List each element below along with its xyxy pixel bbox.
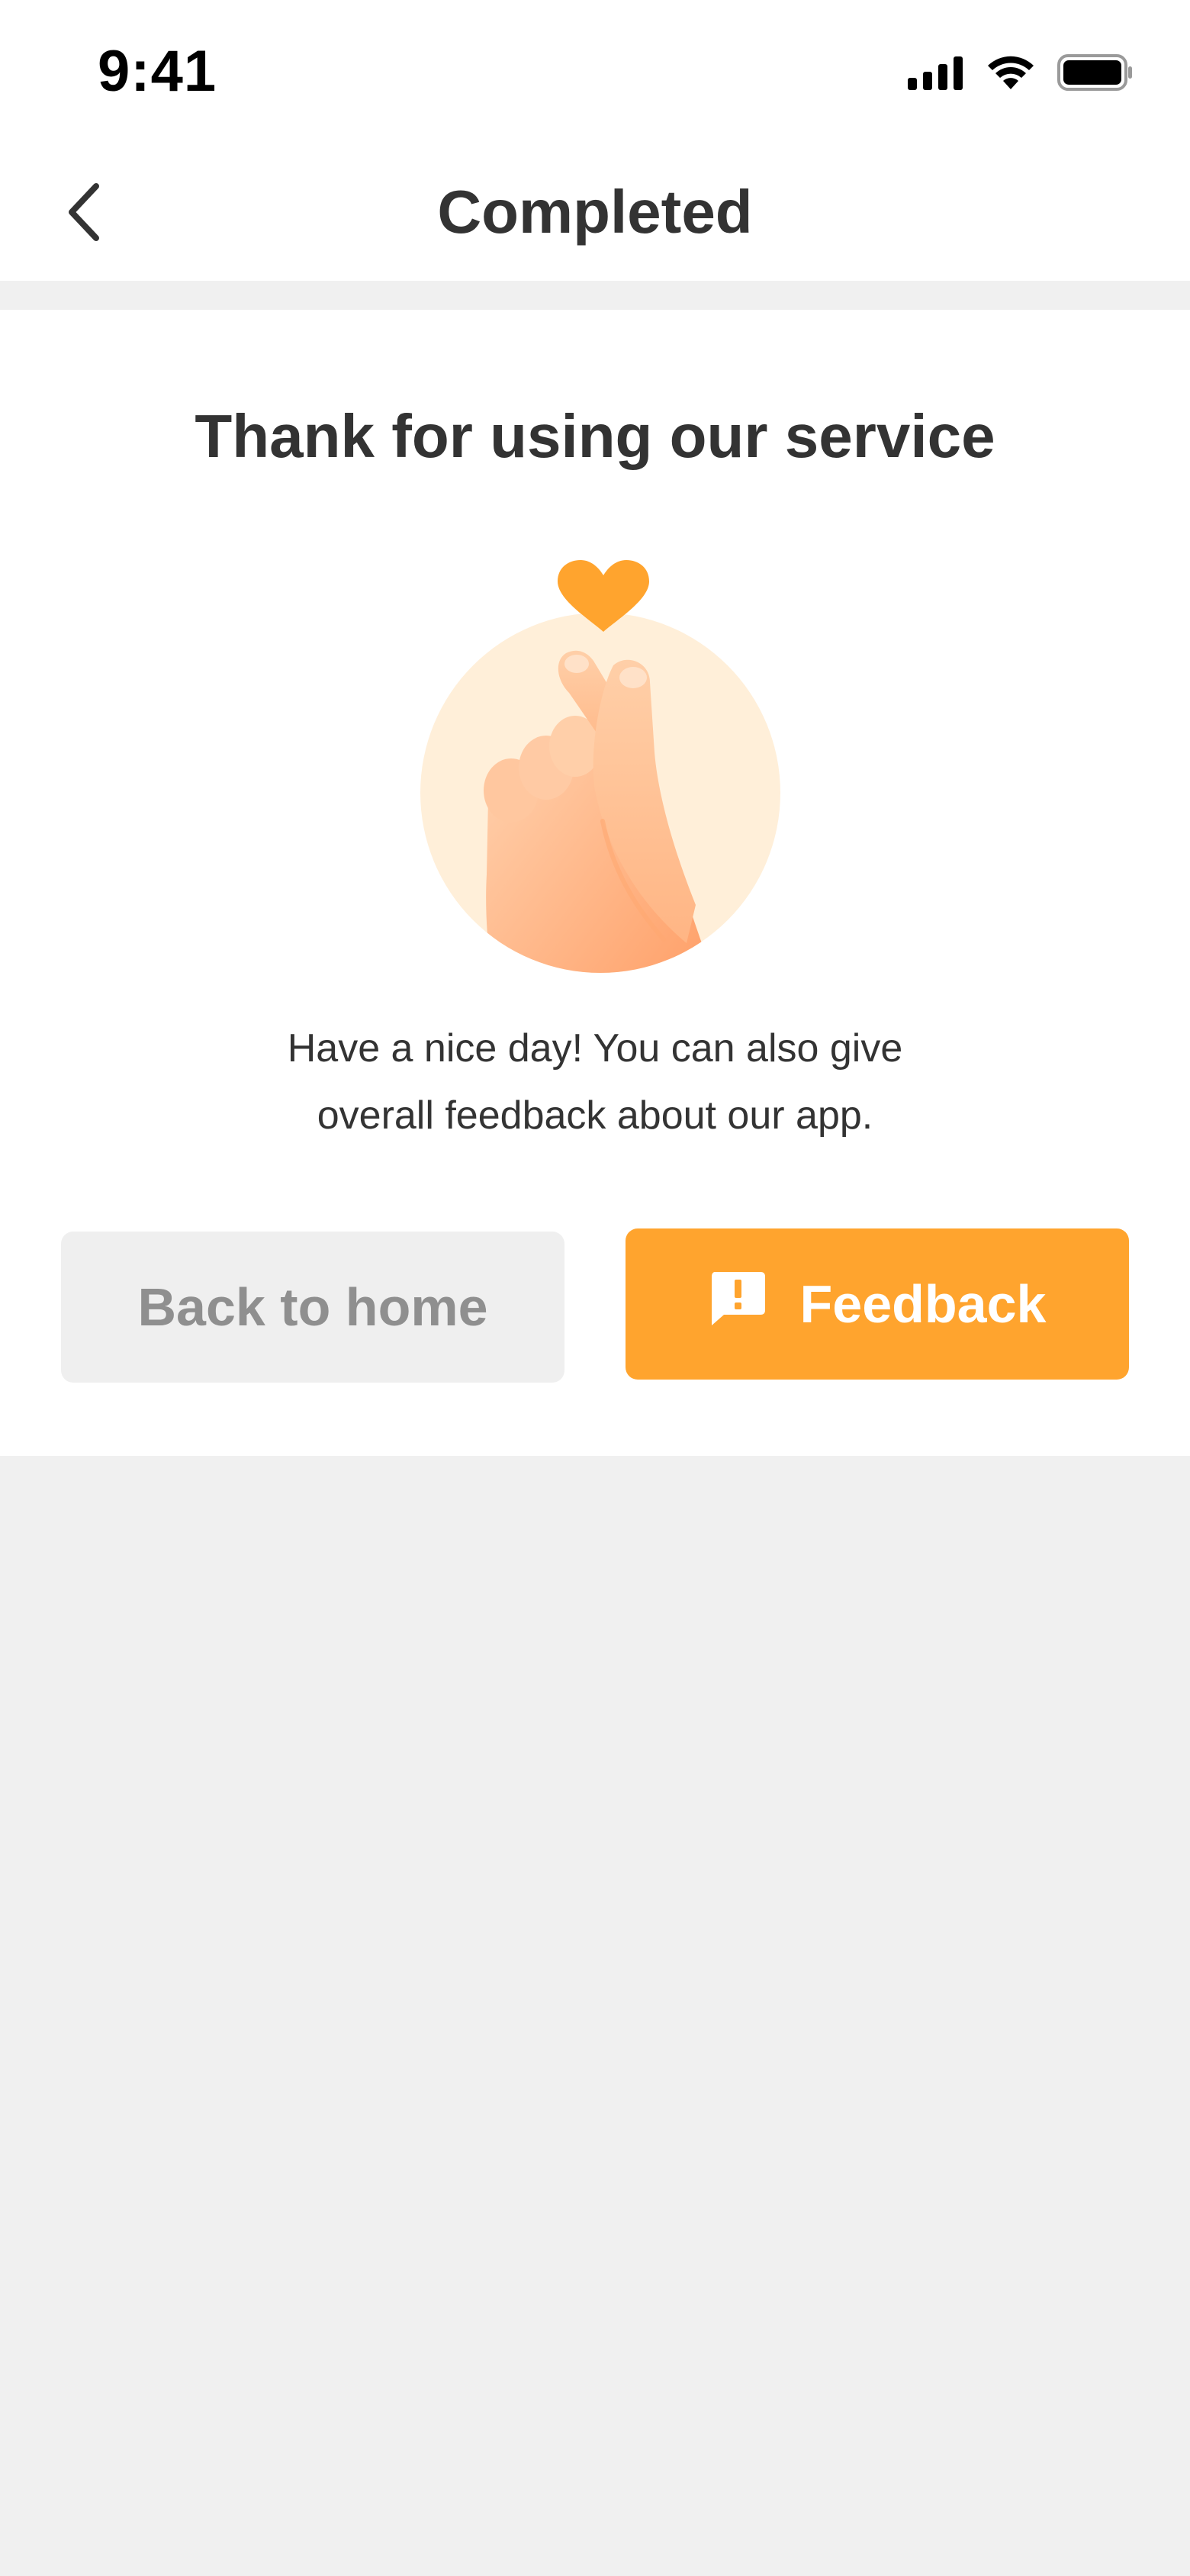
card-message: Have a nice day! You can also give overa… (287, 1026, 903, 1138)
signal-icon (908, 55, 964, 94)
nav-bar: Completed (0, 145, 1190, 281)
finger-heart-hand-illustration (412, 546, 793, 974)
battery-icon (1057, 53, 1134, 95)
wifi-icon (986, 54, 1036, 95)
completion-card: Thank for using our service Have a nice … (0, 310, 1190, 1456)
feedback-button[interactable]: Feedback (626, 1228, 1129, 1380)
feedback-alert-icon (709, 1269, 767, 1339)
feedback-label: Feedback (799, 1274, 1047, 1334)
back-to-home-button[interactable]: Back to home (61, 1232, 564, 1383)
completed-screen: 9:41 Completed Thank for using our servi… (0, 0, 1190, 2576)
page-title: Completed (437, 178, 753, 246)
thank-you-heading: Thank for using our service (195, 402, 995, 470)
status-time: 9:41 (98, 39, 217, 104)
back-to-home-label: Back to home (137, 1277, 488, 1337)
section-divider (0, 281, 1190, 310)
status-bar: 9:41 (0, 0, 1190, 145)
status-icons (908, 49, 1134, 99)
